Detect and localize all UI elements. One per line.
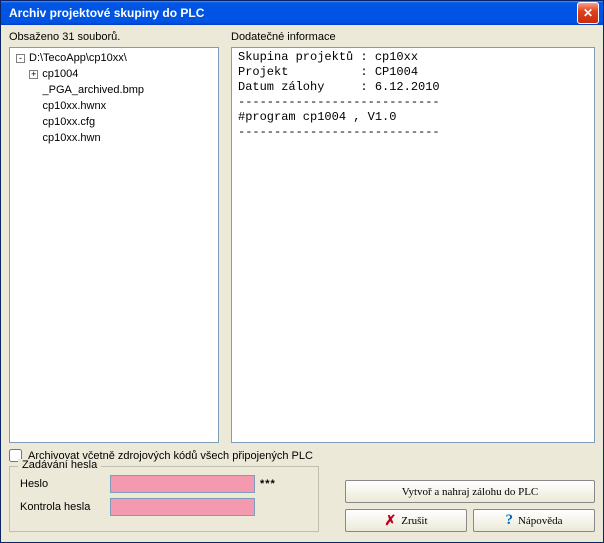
bottom-area: Zadávání hesla Heslo *** Kontrola hesla … — [9, 462, 595, 532]
expand-icon[interactable]: + — [29, 70, 38, 79]
info-line: #program cp1004 , V1.0 — [238, 110, 396, 124]
password-stars: *** — [255, 478, 276, 490]
password-input[interactable] — [110, 475, 255, 493]
password-group-title: Zadávání hesla — [18, 459, 101, 471]
info-header: Dodatečné informace — [231, 31, 595, 43]
top-area: Obsaženo 31 souborů. - D:\TecoApp\cp10xx… — [9, 31, 595, 443]
password-confirm-input[interactable] — [110, 498, 255, 516]
close-icon: ✕ — [583, 6, 593, 20]
create-upload-button[interactable]: Vytvoř a nahraj zálohu do PLC — [345, 480, 595, 503]
collapse-icon[interactable]: - — [16, 54, 25, 63]
password-label: Heslo — [20, 478, 110, 490]
tree-node-label: cp1004 — [40, 68, 78, 80]
create-upload-label: Vytvoř a nahraj zálohu do PLC — [402, 486, 539, 498]
dialog-window: Archiv projektové skupiny do PLC ✕ Obsaž… — [0, 0, 604, 543]
info-line: Projekt : CP1004 — [238, 65, 418, 79]
tree-leaf-label: cp10xx.hwn — [41, 132, 101, 144]
button-column: Vytvoř a nahraj zálohu do PLC ✗ Zrušit ?… — [319, 462, 595, 532]
help-button[interactable]: ? Nápověda — [473, 509, 595, 532]
tree-root[interactable]: - D:\TecoApp\cp10xx\ — [14, 50, 218, 66]
info-line: ---------------------------- — [238, 95, 440, 109]
tree-leaf[interactable]: _PGA_archived.bmp — [14, 82, 218, 98]
cancel-label: Zrušit — [401, 515, 427, 527]
tree-root-label: D:\TecoApp\cp10xx\ — [27, 52, 127, 64]
tree-leaf-label: _PGA_archived.bmp — [41, 84, 145, 96]
tree-leaf-label: cp10xx.hwnx — [41, 100, 107, 112]
button-row: ✗ Zrušit ? Nápověda — [345, 509, 595, 532]
client-area: Obsaženo 31 souborů. - D:\TecoApp\cp10xx… — [1, 25, 603, 542]
files-column: Obsaženo 31 souborů. - D:\TecoApp\cp10xx… — [9, 31, 219, 443]
cancel-button[interactable]: ✗ Zrušit — [345, 509, 467, 532]
window-title: Archiv projektové skupiny do PLC — [5, 6, 577, 20]
password-group: Zadávání hesla Heslo *** Kontrola hesla — [9, 466, 319, 532]
info-column: Dodatečné informace Skupina projektů : c… — [231, 31, 595, 443]
info-line: Skupina projektů : cp10xx — [238, 50, 418, 64]
files-header: Obsaženo 31 souborů. — [9, 31, 219, 43]
cancel-icon: ✗ — [384, 512, 396, 529]
close-button[interactable]: ✕ — [577, 2, 599, 24]
file-tree-panel[interactable]: - D:\TecoApp\cp10xx\ + cp1004 _PGA_archi… — [9, 47, 219, 443]
tree-leaf-label: cp10xx.cfg — [41, 116, 96, 128]
help-label: Nápověda — [518, 515, 563, 527]
titlebar: Archiv projektové skupiny do PLC ✕ — [1, 1, 603, 25]
help-icon: ? — [505, 512, 513, 529]
info-line: Datum zálohy : 6.12.2010 — [238, 80, 440, 94]
file-tree: - D:\TecoApp\cp10xx\ + cp1004 _PGA_archi… — [10, 48, 218, 148]
password-confirm-label: Kontrola hesla — [20, 501, 110, 513]
tree-leaf[interactable]: cp10xx.cfg — [14, 114, 218, 130]
password-row: Heslo *** — [20, 475, 308, 493]
info-panel: Skupina projektů : cp10xx Projekt : CP10… — [231, 47, 595, 443]
tree-leaf[interactable]: cp10xx.hwnx — [14, 98, 218, 114]
info-line: ---------------------------- — [238, 125, 440, 139]
tree-leaf[interactable]: cp10xx.hwn — [14, 130, 218, 146]
tree-node[interactable]: + cp1004 — [14, 66, 218, 82]
password-confirm-row: Kontrola hesla — [20, 498, 308, 516]
